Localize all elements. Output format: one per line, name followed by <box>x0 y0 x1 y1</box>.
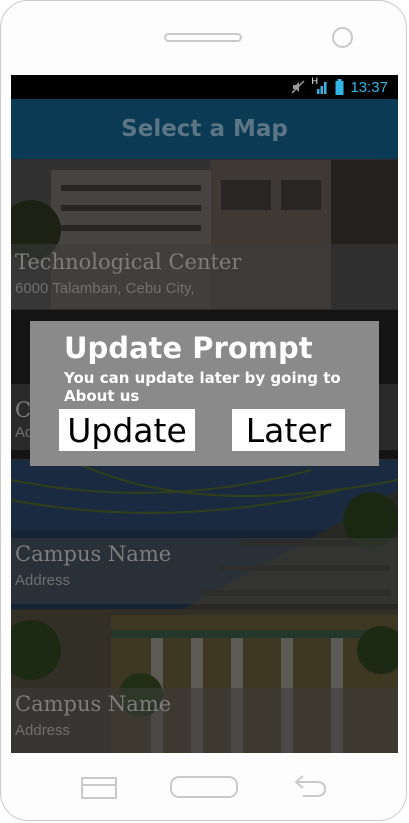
campus-card-4[interactable]: Campus Name Address <box>11 609 398 753</box>
campus-address: Address <box>15 722 71 739</box>
campus-name: Campus Name <box>15 542 172 566</box>
campus-card-1[interactable]: Technological Center 6000 Talamban, Cebu… <box>11 159 398 310</box>
dialog-message: You can update later by going to About u… <box>64 369 341 405</box>
campus-address: 6000 Talamban, Cebu City, <box>15 280 195 297</box>
campus-caption: Technological Center 6000 Talamban, Cebu… <box>11 244 398 310</box>
campus-caption: Campus Name Address <box>11 538 398 604</box>
app-bar: Select a Map <box>11 99 398 159</box>
update-dialog: Update Prompt You can update later by go… <box>30 321 379 466</box>
campus-name: C <box>15 398 32 422</box>
home-icon[interactable] <box>170 776 238 803</box>
campus-name: Technological Center <box>15 250 242 274</box>
status-icons: H 13:37 <box>291 76 388 96</box>
status-bar: H 13:37 <box>11 75 398 99</box>
update-button[interactable]: Update <box>59 409 195 451</box>
mute-icon <box>291 80 305 94</box>
later-button[interactable]: Later <box>232 409 345 451</box>
speaker-grille <box>164 33 242 42</box>
front-camera <box>332 27 353 48</box>
phone-frame: H 13:37 Select a Map Technological Cente… <box>0 0 407 821</box>
campus-address: Address <box>15 572 71 589</box>
battery-icon <box>335 79 344 95</box>
menu-icon[interactable] <box>81 777 117 804</box>
clock: 13:37 <box>350 78 388 96</box>
hardware-nav-bar <box>1 761 408 811</box>
dialog-title: Update Prompt <box>64 331 313 365</box>
screen: H 13:37 Select a Map Technological Cente… <box>11 75 398 753</box>
campus-caption: Campus Name Address <box>11 688 398 753</box>
page-title: Select a Map <box>121 116 288 142</box>
signal-h-icon: H <box>311 76 329 95</box>
campus-card-3[interactable]: Campus Name Address <box>11 459 398 610</box>
campus-name: Campus Name <box>15 692 172 716</box>
back-icon[interactable] <box>293 773 329 804</box>
